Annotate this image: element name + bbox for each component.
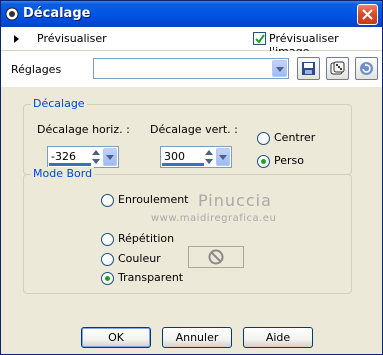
random-settings-button[interactable] <box>326 57 349 80</box>
close-icon <box>362 9 373 20</box>
vert-offset-dropdown[interactable] <box>216 148 230 166</box>
watermark-url: www.maidiregrafica.eu <box>151 213 277 224</box>
edge-wrap-label[interactable]: Enroulement <box>118 193 189 206</box>
settings-panel: Décalage Décalage horiz. : -326 Décalage… <box>1 87 382 354</box>
chevron-down-icon <box>219 155 227 160</box>
horiz-offset-spinner[interactable]: -326 <box>47 146 119 168</box>
offset-mode-center-radio[interactable] <box>257 132 270 145</box>
edge-transparent-label[interactable]: Transparent <box>118 271 183 284</box>
vert-offset-spinner[interactable]: 300 <box>160 146 232 168</box>
vert-offset-slider-bar[interactable] <box>162 163 204 166</box>
watermark-name: Pinuccia <box>198 191 272 210</box>
title-bar[interactable]: Décalage <box>1 1 382 27</box>
floppy-disk-icon <box>302 62 315 75</box>
offset-mode-custom-label[interactable]: Perso <box>274 154 304 167</box>
vert-offset-label: Décalage vert. : <box>150 123 238 136</box>
horiz-offset-value[interactable]: -326 <box>51 150 76 163</box>
preset-dropdown-button[interactable] <box>272 60 287 77</box>
settings-label: Réglages <box>11 63 62 76</box>
preset-select[interactable] <box>93 58 289 79</box>
horiz-offset-stepper[interactable] <box>90 148 102 166</box>
preview-image-checkbox[interactable] <box>253 32 266 45</box>
chevron-down-icon <box>106 155 114 160</box>
preview-bar: Prévisualiser Prévisualiser l'image <box>1 27 382 58</box>
help-button[interactable]: Aide <box>243 327 313 348</box>
vert-offset-stepper[interactable] <box>203 148 215 166</box>
edge-repeat-radio[interactable] <box>101 233 114 246</box>
reset-button[interactable] <box>355 57 378 80</box>
chevron-down-icon <box>276 67 284 72</box>
window-title: Décalage <box>23 6 91 21</box>
edge-transparent-radio[interactable] <box>101 272 114 285</box>
vert-offset-value[interactable]: 300 <box>164 150 185 163</box>
up-down-arrows-icon <box>205 150 213 164</box>
offset-mode-custom-radio[interactable] <box>257 155 270 168</box>
checkmark-icon <box>255 34 265 44</box>
edge-wrap-radio[interactable] <box>101 194 114 207</box>
dialog-window: Décalage Prévisualiser Prévisualiser l'i… <box>0 0 383 355</box>
horiz-offset-slider-bar[interactable] <box>49 163 91 166</box>
offset-group-title: Décalage <box>31 97 87 110</box>
horiz-offset-dropdown[interactable] <box>103 148 117 166</box>
edge-color-label[interactable]: Couleur <box>118 252 161 265</box>
cancel-button[interactable]: Annuler <box>162 327 232 348</box>
edge-color-swatch[interactable] <box>188 246 244 268</box>
up-down-arrows-icon <box>92 150 100 164</box>
edge-color-radio[interactable] <box>101 253 114 266</box>
ok-button[interactable]: OK <box>81 327 151 348</box>
expand-arrow-icon[interactable] <box>14 35 19 43</box>
dice-icon <box>330 61 345 75</box>
close-button[interactable] <box>357 4 378 25</box>
preview-toggle-label[interactable]: Prévisualiser <box>37 32 107 45</box>
horiz-offset-label: Décalage horiz. : <box>37 123 130 136</box>
edge-repeat-label[interactable]: Répétition <box>118 232 174 245</box>
app-icon <box>5 7 19 21</box>
edge-mode-group: Mode Bord <box>23 167 352 294</box>
settings-row: Réglages <box>1 51 382 87</box>
reset-icon <box>360 62 373 75</box>
disabled-icon <box>208 249 224 265</box>
edge-mode-group-title: Mode Bord <box>31 167 95 180</box>
offset-mode-center-label[interactable]: Centrer <box>274 131 315 144</box>
save-preset-button[interactable] <box>297 57 320 80</box>
